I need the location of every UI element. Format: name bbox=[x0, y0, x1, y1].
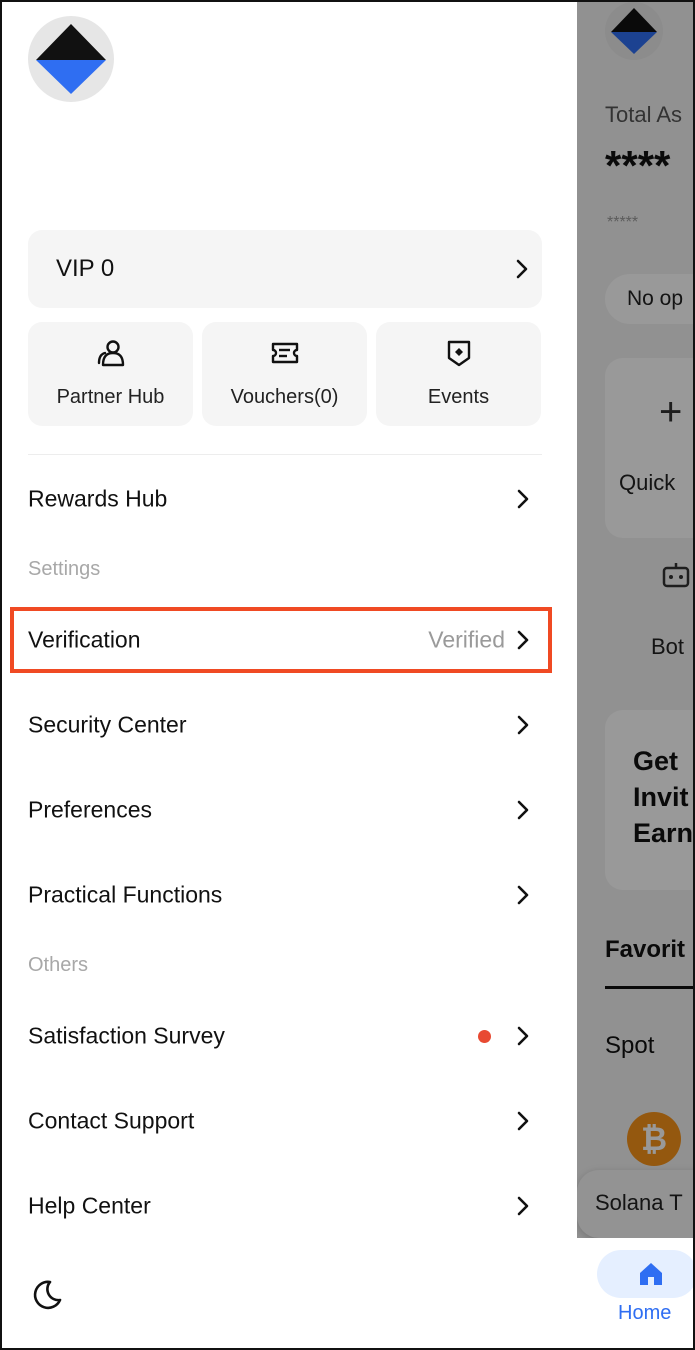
help-center-label: Help Center bbox=[28, 1192, 151, 1219]
chevron-right-icon bbox=[517, 1196, 529, 1216]
vouchers-label: Vouchers(0) bbox=[230, 386, 339, 408]
security-center-label: Security Center bbox=[28, 711, 187, 738]
chevron-right-icon bbox=[516, 259, 528, 279]
chevron-right-icon bbox=[517, 800, 529, 820]
events-button[interactable]: Events bbox=[376, 322, 541, 426]
dim-overlay[interactable] bbox=[577, 2, 693, 1238]
contact-support-row[interactable]: Contact Support bbox=[2, 1086, 577, 1156]
contact-support-label: Contact Support bbox=[28, 1107, 195, 1134]
satisfaction-survey-label: Satisfaction Survey bbox=[28, 1022, 225, 1049]
partner-hub-label: Partner Hub bbox=[56, 386, 165, 408]
practical-functions-row[interactable]: Practical Functions bbox=[2, 860, 577, 930]
section-divider bbox=[28, 454, 542, 455]
chevron-right-icon bbox=[517, 1026, 529, 1046]
chevron-right-icon bbox=[517, 715, 529, 735]
settings-section-header: Settings bbox=[28, 558, 101, 580]
logo-icon bbox=[36, 24, 106, 94]
partner-icon bbox=[97, 340, 124, 367]
security-center-row[interactable]: Security Center bbox=[2, 690, 577, 760]
vip-level-card[interactable]: VIP 0 bbox=[28, 230, 542, 308]
side-drawer: VIP 0 Partner Hub Vouchers(0) Events Rew… bbox=[2, 2, 577, 1348]
chevron-right-icon bbox=[517, 1111, 529, 1131]
vip-level-label: VIP 0 bbox=[56, 255, 115, 282]
chevron-right-icon bbox=[517, 885, 529, 905]
preferences-row[interactable]: Preferences bbox=[2, 775, 577, 845]
satisfaction-survey-row[interactable]: Satisfaction Survey bbox=[2, 1001, 577, 1071]
others-section-header: Others bbox=[28, 954, 89, 976]
app-logo[interactable] bbox=[28, 16, 114, 102]
notification-dot bbox=[478, 1030, 491, 1043]
screen-frame: Total As **** ***** No op + Quick Bot Ge… bbox=[0, 0, 695, 1350]
help-center-row[interactable]: Help Center bbox=[2, 1171, 577, 1241]
practical-functions-label: Practical Functions bbox=[28, 881, 223, 908]
moon-icon[interactable] bbox=[30, 1278, 64, 1312]
vouchers-button[interactable]: Vouchers(0) bbox=[202, 322, 367, 426]
background-bottom-nav: Home bbox=[577, 1238, 693, 1348]
chevron-right-icon bbox=[517, 489, 529, 509]
preferences-label: Preferences bbox=[28, 796, 153, 823]
events-label: Events bbox=[427, 386, 490, 408]
nav-home-label: Home bbox=[618, 1302, 672, 1324]
rewards-hub-row[interactable]: Rewards Hub bbox=[2, 464, 577, 534]
rewards-hub-label: Rewards Hub bbox=[28, 485, 168, 512]
home-icon bbox=[640, 1263, 662, 1285]
events-icon bbox=[447, 340, 470, 367]
partner-hub-button[interactable]: Partner Hub bbox=[28, 322, 193, 426]
voucher-icon bbox=[271, 342, 298, 364]
nav-home-button[interactable] bbox=[597, 1250, 693, 1298]
verification-highlight-box bbox=[10, 607, 552, 673]
